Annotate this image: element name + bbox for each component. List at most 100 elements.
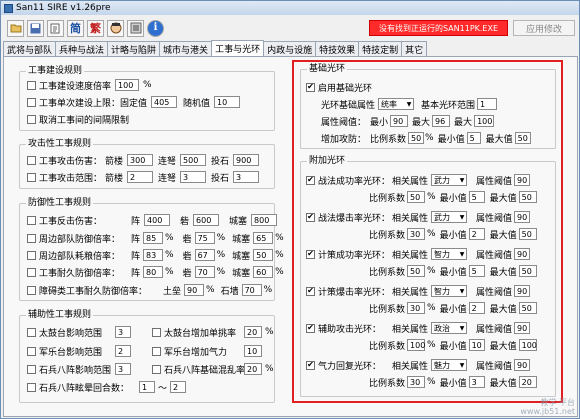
fort-food-input[interactable]: 67 bbox=[194, 249, 215, 261]
tactic-success-min-input[interactable]: 5 bbox=[468, 191, 485, 203]
music-range-input[interactable]: 2 bbox=[115, 345, 131, 357]
tab-strategy[interactable]: 计略与陷阱 bbox=[107, 41, 161, 56]
info-icon[interactable]: i bbox=[147, 19, 164, 37]
defense-food-checkbox[interactable] bbox=[27, 250, 36, 260]
morale-regen-min-input[interactable]: 3 bbox=[468, 376, 485, 388]
tactic-success-max-input[interactable]: 50 bbox=[518, 191, 537, 203]
tactic-crit-ratio-input[interactable]: 30 bbox=[407, 228, 426, 240]
stun-max-input[interactable]: 2 bbox=[170, 381, 187, 393]
drum-range-checkbox[interactable] bbox=[27, 327, 36, 337]
open-file-icon[interactable] bbox=[7, 19, 24, 37]
stone-array-range-input[interactable]: 3 bbox=[115, 363, 131, 375]
crossbow-tower-range-input[interactable]: 3 bbox=[180, 171, 207, 183]
aura-threshold-mid-input[interactable]: 96 bbox=[432, 115, 451, 127]
tactic-crit-attr-select[interactable]: 武力 ▼ bbox=[431, 211, 468, 223]
aura-threshold-min-input[interactable]: 90 bbox=[390, 115, 409, 127]
fortress-durability-input[interactable]: 60 bbox=[253, 266, 274, 278]
fort-counter-input[interactable]: 600 bbox=[193, 214, 220, 226]
attack-damage-checkbox[interactable] bbox=[27, 155, 36, 165]
music-range-checkbox[interactable] bbox=[27, 346, 36, 356]
scheme-crit-min-input[interactable]: 2 bbox=[468, 302, 485, 314]
scheme-crit-aura-checkbox[interactable]: ✔ bbox=[306, 286, 315, 296]
tab-skill-custom[interactable]: 特技定制 bbox=[358, 41, 403, 56]
tactic-success-ratio-input[interactable]: 50 bbox=[407, 191, 426, 203]
camp-food-input[interactable]: 83 bbox=[143, 249, 164, 261]
camp-counter-input[interactable]: 400 bbox=[144, 214, 171, 226]
tab-cities[interactable]: 城市与港关 bbox=[159, 41, 213, 56]
scheme-success-min-input[interactable]: 5 bbox=[468, 265, 485, 277]
assist-attack-min-input[interactable]: 10 bbox=[468, 339, 485, 351]
drum-duel-checkbox[interactable] bbox=[152, 327, 161, 337]
traditional-chinese-button[interactable]: 繁 bbox=[87, 19, 104, 37]
scheme-crit-threshold-input[interactable]: 90 bbox=[514, 285, 531, 297]
defense-counter-checkbox[interactable] bbox=[27, 215, 36, 225]
arrow-tower-range-input[interactable]: 2 bbox=[127, 171, 154, 183]
build-speed-input[interactable]: 100 bbox=[115, 79, 140, 91]
stun-min-input[interactable]: 1 bbox=[139, 381, 155, 393]
build-interval-checkbox[interactable] bbox=[27, 114, 36, 124]
fortress-defense-input[interactable]: 65 bbox=[253, 232, 274, 244]
build-fixed-input[interactable]: 405 bbox=[151, 96, 178, 108]
aura-max-input[interactable]: 50 bbox=[514, 132, 531, 144]
scheme-success-aura-checkbox[interactable]: ✔ bbox=[306, 249, 315, 259]
tactic-crit-max-input[interactable]: 50 bbox=[518, 228, 537, 240]
aura-ratio-input[interactable]: 50 bbox=[408, 132, 425, 144]
build-speed-checkbox[interactable] bbox=[27, 80, 36, 90]
build-random-input[interactable]: 10 bbox=[214, 96, 241, 108]
scheme-success-max-input[interactable]: 50 bbox=[518, 265, 537, 277]
tab-generals[interactable]: 武将与部队 bbox=[3, 41, 57, 56]
tactic-crit-min-input[interactable]: 2 bbox=[468, 228, 485, 240]
assist-attack-threshold-input[interactable]: 90 bbox=[514, 322, 531, 334]
music-morale-checkbox[interactable] bbox=[152, 346, 161, 356]
general-face-icon[interactable] bbox=[107, 19, 124, 37]
morale-regen-attr-select[interactable]: 魅力 ▼ bbox=[431, 359, 468, 371]
tactic-success-attr-select[interactable]: 武力 ▼ bbox=[431, 174, 468, 186]
aura-range-input[interactable]: 1 bbox=[477, 98, 498, 110]
fortress-food-input[interactable]: 50 bbox=[253, 249, 274, 261]
tab-domestic[interactable]: 内政与设施 bbox=[263, 41, 317, 56]
save-icon[interactable] bbox=[27, 19, 44, 37]
arrow-tower-damage-input[interactable]: 300 bbox=[127, 154, 154, 166]
music-morale-input[interactable]: 10 bbox=[244, 345, 262, 357]
drum-duel-input[interactable]: 20 bbox=[244, 326, 262, 338]
edit-icon[interactable] bbox=[47, 19, 64, 37]
morale-regen-aura-checkbox[interactable]: ✔ bbox=[306, 360, 315, 370]
scheme-success-ratio-input[interactable]: 50 bbox=[407, 265, 426, 277]
assist-attack-ratio-input[interactable]: 100 bbox=[407, 339, 425, 351]
tactic-crit-threshold-input[interactable]: 90 bbox=[514, 211, 531, 223]
crossbow-tower-damage-input[interactable]: 500 bbox=[180, 154, 207, 166]
scheme-success-attr-select[interactable]: 智力 ▼ bbox=[431, 248, 468, 260]
fort-durability-input[interactable]: 70 bbox=[194, 266, 215, 278]
scheme-success-threshold-input[interactable]: 90 bbox=[514, 248, 531, 260]
tab-skills[interactable]: 特技效果 bbox=[315, 41, 360, 56]
tab-troops[interactable]: 兵种与战法 bbox=[55, 41, 109, 56]
obstacle-durability-checkbox[interactable] bbox=[27, 285, 36, 295]
tactic-crit-aura-checkbox[interactable]: ✔ bbox=[306, 212, 315, 222]
stone-array-chaos-input[interactable]: 20 bbox=[244, 363, 262, 375]
defense-durability-checkbox[interactable] bbox=[27, 267, 36, 277]
scheme-crit-attr-select[interactable]: 智力 ▼ bbox=[431, 285, 468, 297]
attack-range-checkbox[interactable] bbox=[27, 172, 36, 182]
defense-boost-checkbox[interactable] bbox=[27, 233, 36, 243]
camp-defense-input[interactable]: 85 bbox=[143, 232, 164, 244]
assist-attack-max-input[interactable]: 100 bbox=[518, 339, 537, 351]
tactic-success-threshold-input[interactable]: 90 bbox=[514, 174, 531, 186]
tab-works-aura[interactable]: 工事与光环 bbox=[211, 40, 265, 56]
simplified-chinese-button[interactable]: 简 bbox=[67, 19, 84, 37]
fortress-counter-input[interactable]: 800 bbox=[251, 214, 278, 226]
drum-range-input[interactable]: 3 bbox=[115, 326, 131, 338]
morale-regen-ratio-input[interactable]: 30 bbox=[407, 376, 426, 388]
aura-threshold-max-input[interactable]: 100 bbox=[474, 115, 495, 127]
apply-button[interactable]: 应用修改 bbox=[513, 20, 575, 36]
stone-array-range-checkbox[interactable] bbox=[27, 364, 36, 374]
morale-regen-max-input[interactable]: 20 bbox=[518, 376, 537, 388]
build-limit-checkbox[interactable] bbox=[27, 97, 36, 107]
stone-array-chaos-checkbox[interactable] bbox=[152, 364, 161, 374]
fort-defense-input[interactable]: 75 bbox=[194, 232, 215, 244]
scheme-crit-max-input[interactable]: 50 bbox=[518, 302, 537, 314]
catapult-range-input[interactable]: 3 bbox=[233, 171, 260, 183]
aura-min-input[interactable]: 5 bbox=[466, 132, 481, 144]
tab-other[interactable]: 其它 bbox=[401, 41, 428, 56]
scheme-crit-ratio-input[interactable]: 30 bbox=[407, 302, 426, 314]
stone-array-stun-checkbox[interactable] bbox=[27, 382, 36, 392]
